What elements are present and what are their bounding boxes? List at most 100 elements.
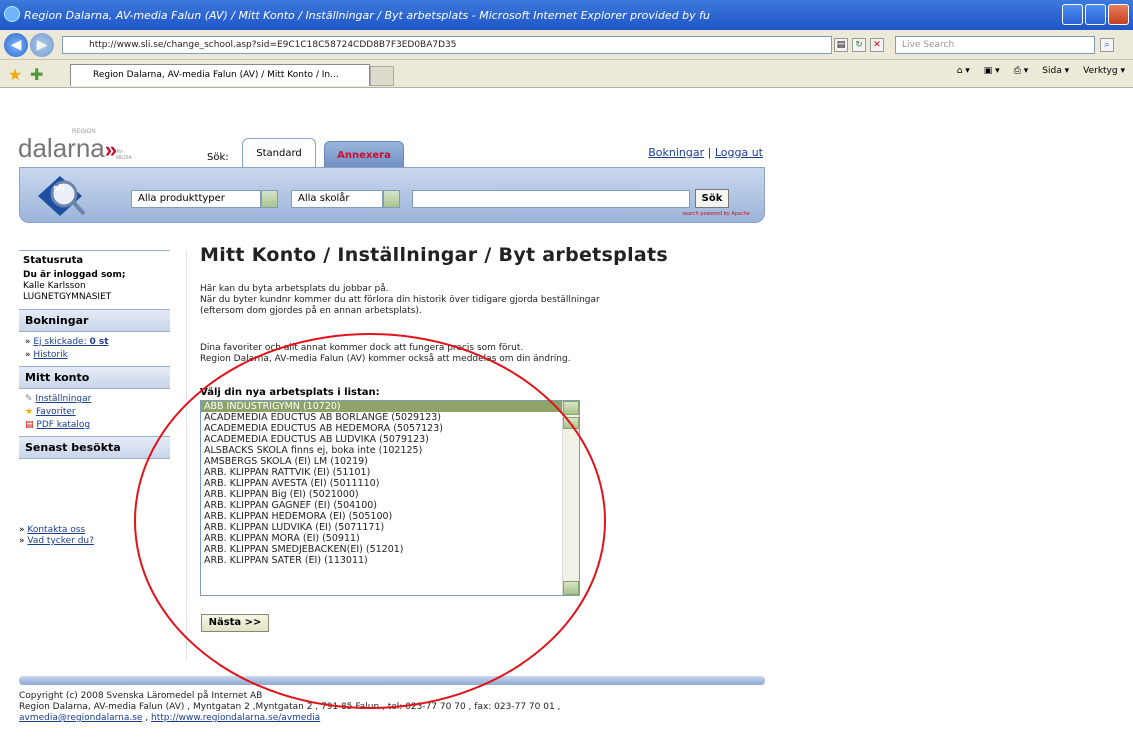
sidebar: Statusruta Du är inloggad som; Kalle Kar… xyxy=(19,250,170,459)
forward-icon[interactable]: ▶ xyxy=(30,33,54,57)
address-toolbar: ◀ ▶ http://www.sli.se/change_school.asp?… xyxy=(0,30,1133,60)
ie-logo-icon xyxy=(4,6,20,22)
address-input[interactable]: http://www.sli.se/change_school.asp?sid=… xyxy=(62,36,832,54)
address-text: Region Dalarna, AV-media Falun (AV) , My… xyxy=(19,702,561,712)
search-label: Sök: xyxy=(207,152,229,163)
senast-besokta-heading: Senast besökta xyxy=(19,436,170,459)
pdf-katalog-link[interactable]: PDF katalog xyxy=(36,420,90,430)
window-controls xyxy=(1062,4,1129,25)
new-tab-button[interactable] xyxy=(370,66,394,86)
grade-value: Alla skolår xyxy=(298,193,350,204)
print-icon[interactable]: ⎙ ▾ xyxy=(1014,66,1029,76)
close-icon[interactable] xyxy=(1108,4,1129,25)
bokningar-list: » Ej skickade: 0 st » Historik xyxy=(25,337,109,360)
favoriter-link[interactable]: Favoriter xyxy=(36,407,76,417)
list-item[interactable]: ARB. KLIPPAN LUDVIKA (EI) (5071171) xyxy=(201,522,563,533)
intro-paragraph: Här kan du byta arbetsplats du jobbar på… xyxy=(200,284,600,317)
page-menu[interactable]: Sida ▾ xyxy=(1042,66,1069,76)
user-name: Kalle Karlsson xyxy=(23,281,86,291)
footer-separator: , xyxy=(142,713,152,723)
page-menu-label: Sida xyxy=(1042,66,1062,76)
svg-text:sli: sli xyxy=(53,184,65,194)
kontakta-link[interactable]: Kontakta oss xyxy=(27,525,85,535)
window-title-bar: Region Dalarna, AV-media Falun (AV) / Mi… xyxy=(0,0,1133,30)
stop-icon[interactable]: ✕ xyxy=(870,38,884,52)
home-icon[interactable]: ⌂ ▾ xyxy=(957,66,970,76)
list-item[interactable]: ACADEMEDIA EDUCTUS AB BORLÄNGE (5029123) xyxy=(201,412,563,423)
favorites-star-icon[interactable]: ★ xyxy=(8,65,22,84)
live-search-input[interactable]: Live Search xyxy=(895,36,1095,54)
list-item[interactable]: ALSBÄCKS SKOLA finns ej, boka inte (1021… xyxy=(201,445,563,456)
intro-line-1: Här kan du byta arbetsplats du jobbar på… xyxy=(200,284,389,294)
scroll-up-icon[interactable] xyxy=(563,401,579,415)
top-links: Bokningar | Logga ut xyxy=(648,146,763,159)
maximize-icon[interactable] xyxy=(1085,4,1106,25)
chevron-down-icon[interactable] xyxy=(261,190,278,208)
footer: Copyright (c) 2008 Svenska Läromedel på … xyxy=(19,691,560,724)
list-item[interactable]: ARB. KLIPPAN SÄTER (EI) (113011) xyxy=(201,555,563,566)
logo-sub: AV-MEDIA xyxy=(116,149,132,161)
list-item[interactable]: ARB. KLIPPAN MORA (EI) (50911) xyxy=(201,533,563,544)
search-input[interactable] xyxy=(412,190,690,208)
tab-standard[interactable]: Standard xyxy=(242,138,316,168)
info-line-2: Region Dalarna, AV-media Falun (AV) komm… xyxy=(200,354,571,364)
scroll-down-icon[interactable] xyxy=(563,581,579,595)
compat-icon[interactable]: ▤ xyxy=(834,38,848,52)
website-link[interactable]: http://www.regiondalarna.se/avmedia xyxy=(151,713,320,723)
workplace-list-label: Välj din nya arbetsplats i listan: xyxy=(200,387,380,398)
column-divider xyxy=(186,250,187,660)
logo-region: REGION xyxy=(72,129,96,135)
list-item[interactable]: ARB. KLIPPAN HEDEMORA (EI) (505100) xyxy=(201,511,563,522)
list-item[interactable]: ARB. KLIPPAN GAGNEF (EI) (504100) xyxy=(201,500,563,511)
installningar-link[interactable]: Inställningar xyxy=(35,394,91,404)
workplace-listbox[interactable]: ABB INDUSTRIGYMN (10720) ACADEMEDIA EDUC… xyxy=(200,400,580,596)
list-item[interactable]: ARB. KLIPPAN AVESTA (EI) (5011110) xyxy=(201,478,563,489)
status-box: Du är inloggad som; Kalle Karlsson LUGNE… xyxy=(19,270,170,309)
tools-menu-label: Verktyg xyxy=(1083,66,1118,76)
link-separator: | xyxy=(707,146,712,159)
wrench-icon: ✎ xyxy=(25,394,33,404)
product-type-value: Alla produkttyper xyxy=(138,193,225,204)
logged-in-label: Du är inloggad som; xyxy=(23,270,126,280)
feeds-icon[interactable]: ▣ ▾ xyxy=(984,66,1000,76)
minimize-icon[interactable] xyxy=(1062,4,1083,25)
list-item[interactable]: ARB. KLIPPAN SMEDJEBACKEN(EI) (51201) xyxy=(201,544,563,555)
historik-link[interactable]: Historik xyxy=(33,350,67,360)
list-item[interactable]: AMSBERGS SKOLA (EI) LM (10219) xyxy=(201,456,563,467)
list-item[interactable]: ARB. KLIPPAN Big (EI) (5021000) xyxy=(201,489,563,500)
search-go-icon[interactable]: ⌕ xyxy=(1100,38,1114,52)
back-icon[interactable]: ◀ xyxy=(4,33,28,57)
bokningar-link[interactable]: Bokningar xyxy=(648,146,704,159)
logga-ut-link[interactable]: Logga ut xyxy=(715,146,763,159)
ej-skickade-value: 0 st xyxy=(89,337,109,347)
powered-by: search powered by Apache xyxy=(682,211,750,217)
chevron-down-icon[interactable] xyxy=(383,190,400,208)
product-type-select[interactable]: Alla produkttyper xyxy=(131,190,278,208)
command-bar: ⌂ ▾ ▣ ▾ ⎙ ▾ Sida ▾ Verktyg ▾ xyxy=(957,66,1125,76)
search-panel: sli Alla produkttyper Alla skolår Sök se… xyxy=(19,167,765,223)
user-school: LUGNETGYMNASIET xyxy=(23,292,112,302)
tab-annexera[interactable]: Annexera xyxy=(324,141,404,168)
browser-tab-active[interactable]: Region Dalarna, AV-media Falun (AV) / Mi… xyxy=(70,64,370,86)
list-item[interactable]: ARB. KLIPPAN RÄTTVIK (EI) (51101) xyxy=(201,467,563,478)
tools-menu[interactable]: Verktyg ▾ xyxy=(1083,66,1125,76)
search-button[interactable]: Sök xyxy=(695,189,729,208)
ej-skickade-link[interactable]: Ej skickade: 0 st xyxy=(33,337,108,347)
list-item[interactable]: ACADEMEDIA EDUCTUS AB LUDVIKA (5079123) xyxy=(201,434,563,445)
vad-tycker-link[interactable]: Vad tycker du? xyxy=(27,536,94,546)
window-title: Region Dalarna, AV-media Falun (AV) / Mi… xyxy=(24,8,710,22)
listbox-scrollbar[interactable] xyxy=(562,401,579,595)
intro-line-3: (eftersom dom gjordes på en annan arbets… xyxy=(200,306,422,316)
grade-select[interactable]: Alla skolår xyxy=(291,190,400,208)
email-link[interactable]: avmedia@regiondalarna.se xyxy=(19,713,142,723)
ej-skickade-label: Ej skickade: xyxy=(33,337,87,347)
refresh-icon[interactable]: ↻ xyxy=(852,38,866,52)
scroll-thumb[interactable] xyxy=(563,417,579,429)
list-item[interactable]: ACADEMEDIA EDUCTUS AB HEDEMORA (5057123) xyxy=(201,423,563,434)
next-button[interactable]: Nästa >> xyxy=(201,614,269,632)
add-favorites-icon[interactable]: ✚ xyxy=(30,65,43,84)
list-item[interactable]: ABB INDUSTRIGYMN (10720) xyxy=(201,401,563,412)
sidebar-bottom-links: » Kontakta oss » Vad tycker du? xyxy=(19,525,94,546)
info-paragraph: Dina favoriter och allt annat kommer doc… xyxy=(200,343,571,365)
site-logo[interactable]: REGION dalarna» AV-MEDIA xyxy=(18,129,132,164)
